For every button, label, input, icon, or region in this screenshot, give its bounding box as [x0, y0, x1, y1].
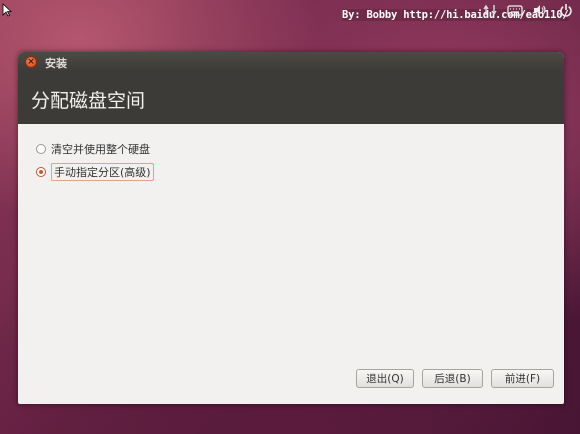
volume-icon[interactable]	[533, 3, 547, 17]
top-panel: By: Bobby http://hi.baidu.com/eao110/	[0, 0, 580, 24]
option-label: 手动指定分区(高级)	[51, 163, 154, 181]
radio-button-selected[interactable]	[36, 167, 46, 177]
content-area: 清空并使用整个硬盘 手动指定分区(高级) 退出(Q) 后退(B) 前进(F)	[18, 124, 564, 404]
option-manual-partition[interactable]: 手动指定分区(高级)	[36, 163, 154, 181]
page-title: 分配磁盘空间	[31, 90, 146, 112]
network-icon[interactable]	[483, 3, 497, 17]
keyboard-icon[interactable]	[507, 3, 523, 17]
installer-window: × 安装 分配磁盘空间 清空并使用整个硬盘 手动指定分区(高级) 退出(Q) 后…	[18, 52, 564, 404]
window-title: 安装	[45, 57, 67, 70]
option-erase-disk[interactable]: 清空并使用整个硬盘	[36, 141, 150, 157]
page-header: 分配磁盘空间	[18, 72, 564, 124]
close-icon[interactable]: ×	[25, 56, 37, 68]
back-button[interactable]: 后退(B)	[422, 369, 483, 388]
radio-button[interactable]	[36, 144, 46, 154]
power-icon[interactable]	[559, 3, 573, 17]
option-label: 清空并使用整个硬盘	[51, 143, 150, 156]
quit-button[interactable]: 退出(Q)	[356, 369, 414, 388]
window-titlebar: × 安装	[18, 52, 564, 72]
forward-button[interactable]: 前进(F)	[491, 369, 554, 388]
mouse-cursor-icon	[2, 3, 12, 17]
